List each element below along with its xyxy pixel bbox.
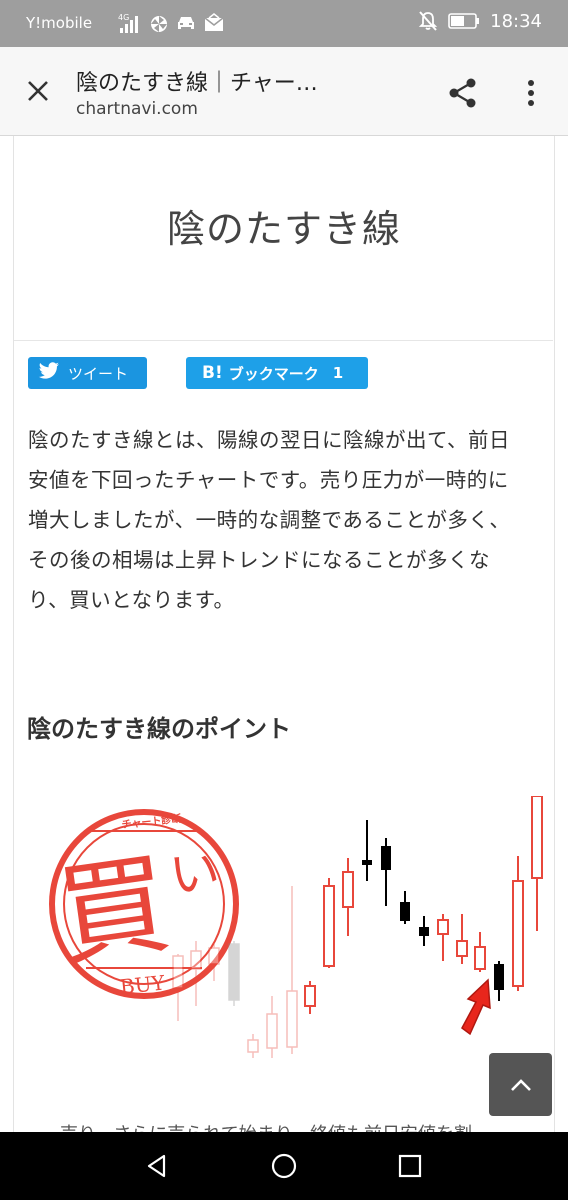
stamp-main-char: 買 [50, 839, 177, 981]
carrier-label: Y!mobile [26, 14, 93, 32]
body-line: り、買いとなります。 [28, 588, 235, 612]
battery-icon [448, 13, 480, 29]
status-left-icons: 4G [118, 12, 224, 34]
stamp-side-char: い [167, 842, 223, 905]
mute-icon [418, 10, 438, 32]
back-icon[interactable] [137, 1148, 177, 1184]
status-right: 18:34 [418, 10, 542, 32]
article-body: 陰のたすき線とは、陽線の翌日に陰線が出て、前日 安値を下回ったチャートです。売り… [28, 420, 540, 620]
buy-stamp: チャート診断 買 い BUY [49, 809, 239, 999]
body-line: 増大しましたが、一時的な調整であることが多く、 [28, 508, 511, 532]
share-icon[interactable] [443, 73, 483, 113]
close-icon[interactable] [18, 69, 58, 113]
page-url[interactable]: chartnavi.com [76, 99, 198, 119]
recents-icon[interactable] [390, 1148, 430, 1184]
more-vert-icon[interactable] [516, 73, 546, 113]
candlestick-illustration: チャート診断 買 い BUY [49, 796, 543, 1058]
body-line: 安値を下回ったチャートです。売り圧力が一時的に [28, 468, 509, 492]
article-title: 陰のたすき線 [166, 207, 401, 251]
main-candles [304, 796, 543, 1014]
tweet-label: ツイート [68, 364, 129, 383]
title-divider [14, 340, 553, 341]
scroll-to-top-button[interactable] [489, 1053, 552, 1116]
car-icon [176, 12, 196, 34]
hatena-bookmark-button[interactable]: B! ブックマーク 1 [186, 357, 368, 389]
chevron-up-icon [510, 1078, 531, 1091]
section-heading: 陰のたすき線のポイント [27, 715, 291, 743]
tweet-button[interactable]: ツイート [28, 357, 147, 389]
svg-text:4G: 4G [118, 13, 129, 22]
caption-partial: 売り、さらに売られて始まり、終値も前日安値を割 [60, 1120, 472, 1132]
page-tab-title: 陰のたすき線｜チャー… [76, 71, 318, 96]
hatena-logo: B! [202, 363, 223, 383]
web-content: 陰のたすき線 ツイート B! ブックマーク 1 陰のたすき線とは、陽線の翌日に陰… [0, 136, 568, 1132]
twitter-bird-icon [38, 362, 60, 384]
hatena-label: ブックマーク [228, 364, 319, 383]
stamp-bottom-text: BUY [119, 970, 167, 999]
custom-tab-toolbar: 陰のたすき線｜チャー… chartnavi.com [0, 47, 568, 136]
body-line: 陰のたすき線とは、陽線の翌日に陰線が出て、前日 [28, 428, 510, 452]
status-bar: Y!mobile 4G 18:34 [0, 0, 568, 47]
mail-icon [204, 12, 224, 34]
home-icon[interactable] [264, 1148, 304, 1184]
pinwheel-icon [150, 12, 168, 34]
body-line: その後の相場は上昇トレンドになることが多くな [28, 548, 490, 572]
hatena-count: 1 [332, 364, 344, 382]
signal-icon: 4G [118, 12, 142, 34]
system-nav-bar [0, 1132, 568, 1200]
buy-signal-arrow [461, 978, 491, 1036]
clock-time: 18:34 [490, 10, 542, 32]
